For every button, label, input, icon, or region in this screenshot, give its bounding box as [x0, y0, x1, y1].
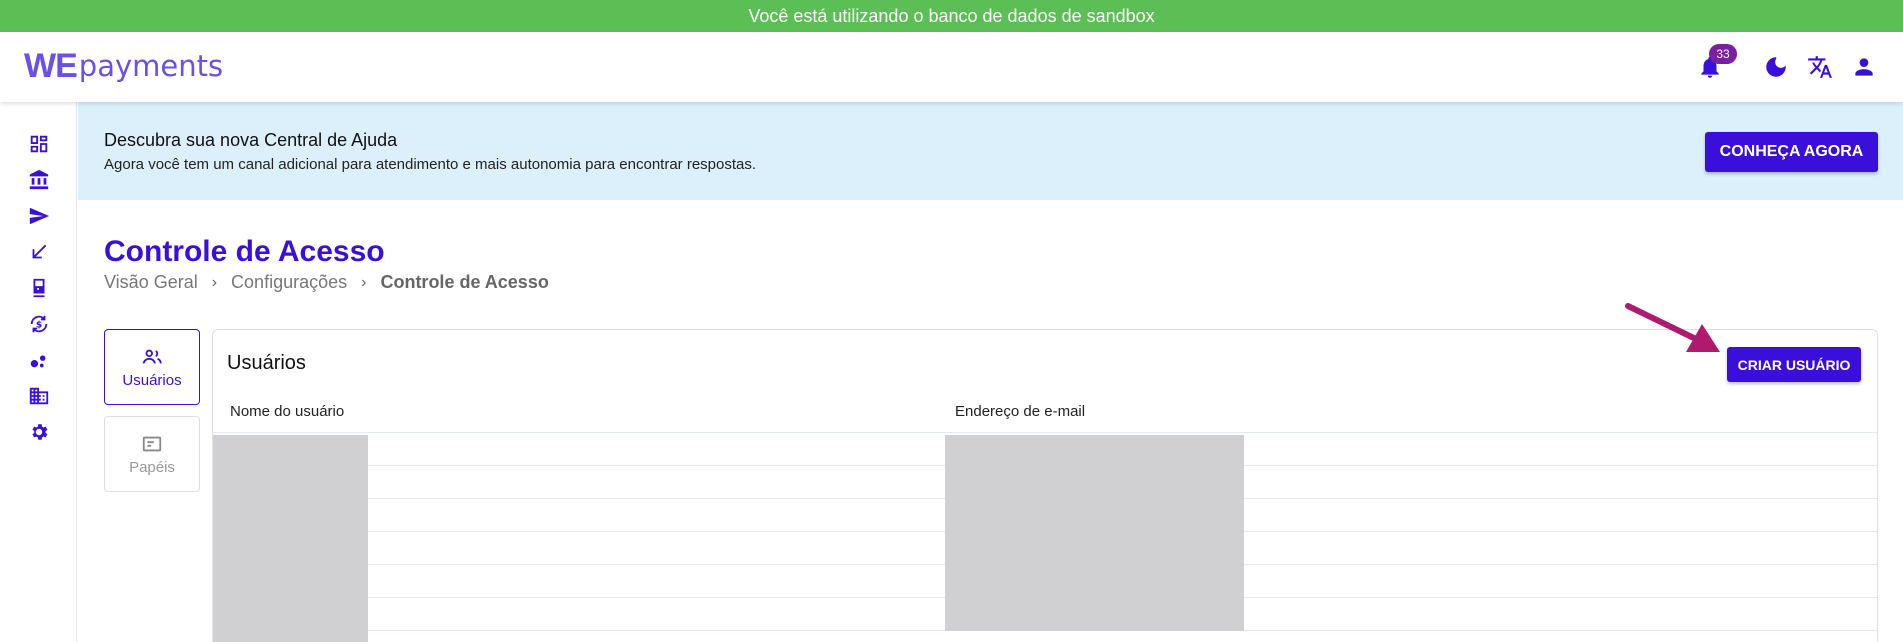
breadcrumb: Visão Geral › Configurações › Controle d…	[104, 272, 549, 293]
sidebar-item-receive[interactable]	[24, 237, 54, 267]
wepayments-logo[interactable]: WE payments	[24, 46, 223, 86]
users-panel-title: Usuários	[227, 352, 306, 374]
sidebar-item-send[interactable]	[24, 201, 54, 231]
sandbox-notice-text: Você está utilizando o banco de dados de…	[748, 5, 1155, 26]
banner-title: Descubra sua nova Central de Ajuda	[104, 130, 398, 150]
moon-icon	[1766, 57, 1786, 77]
breadcrumb-settings[interactable]: Configurações	[231, 272, 347, 293]
sidebar-item-dashboard[interactable]	[24, 129, 54, 159]
tab-roles-label: Papéis	[129, 458, 175, 476]
dark-mode-toggle[interactable]	[1759, 50, 1793, 84]
column-header-username[interactable]: Nome do usuário	[230, 403, 344, 420]
left-sidebar: $	[0, 102, 77, 642]
notifications-button[interactable]: 33	[1693, 44, 1737, 84]
users-icon	[142, 349, 162, 364]
column-header-email[interactable]: Endereço de e-mail	[955, 403, 1085, 420]
logo-payments-text: payments	[78, 49, 224, 83]
sidebar-item-pos[interactable]	[24, 273, 54, 303]
discover-now-button[interactable]: CONHEÇA AGORA	[1705, 132, 1878, 172]
users-panel: Usuários CRIAR USUÁRIO Nome do usuário E…	[212, 329, 1878, 642]
dashboard-icon	[30, 135, 48, 153]
tab-roles[interactable]: Papéis	[104, 416, 200, 492]
id-card-icon	[142, 436, 162, 451]
currency-exchange-icon: $	[30, 315, 48, 333]
sidebar-item-bank[interactable]	[24, 165, 54, 195]
pos-terminal-icon	[33, 278, 45, 298]
receive-arrow-icon	[32, 244, 47, 259]
sandbox-notice-bar: Você está utilizando o banco de dados de…	[0, 0, 1903, 32]
redacted-emails	[945, 435, 1244, 631]
bubbles-icon	[30, 355, 46, 368]
gear-icon	[32, 424, 48, 440]
page-title: Controle de Acesso	[104, 235, 385, 268]
sidebar-item-settings[interactable]	[24, 417, 54, 447]
language-button[interactable]	[1803, 50, 1837, 84]
translate-icon	[1808, 56, 1832, 78]
svg-text:$: $	[36, 320, 42, 331]
redacted-usernames	[213, 435, 368, 642]
banner-text: Agora você tem um canal adicional para a…	[104, 156, 757, 173]
sidebar-item-company[interactable]	[24, 381, 54, 411]
send-icon	[29, 207, 50, 225]
table-row-divider	[213, 432, 1877, 433]
create-user-button[interactable]: CRIAR USUÁRIO	[1727, 347, 1861, 382]
sidebar-item-bubbles[interactable]	[24, 345, 54, 375]
logo-we-text: WE	[24, 47, 78, 85]
building-icon	[29, 387, 49, 405]
notification-count-badge: 33	[1709, 44, 1737, 64]
help-center-banner: Descubra sua nova Central de Ajuda Agora…	[78, 102, 1903, 200]
sidebar-item-exchange[interactable]: $	[24, 309, 54, 339]
breadcrumb-overview[interactable]: Visão Geral	[104, 272, 198, 293]
chevron-right-icon: ›	[211, 273, 218, 291]
top-header: WE payments 33	[0, 32, 1903, 102]
user-account-button[interactable]	[1847, 50, 1881, 84]
breadcrumb-current: Controle de Acesso	[380, 272, 549, 292]
chevron-right-icon: ›	[361, 273, 367, 291]
bank-icon	[29, 169, 49, 190]
user-icon	[1855, 58, 1873, 76]
tab-users[interactable]: Usuários	[104, 329, 200, 405]
tab-users-label: Usuários	[122, 371, 182, 389]
